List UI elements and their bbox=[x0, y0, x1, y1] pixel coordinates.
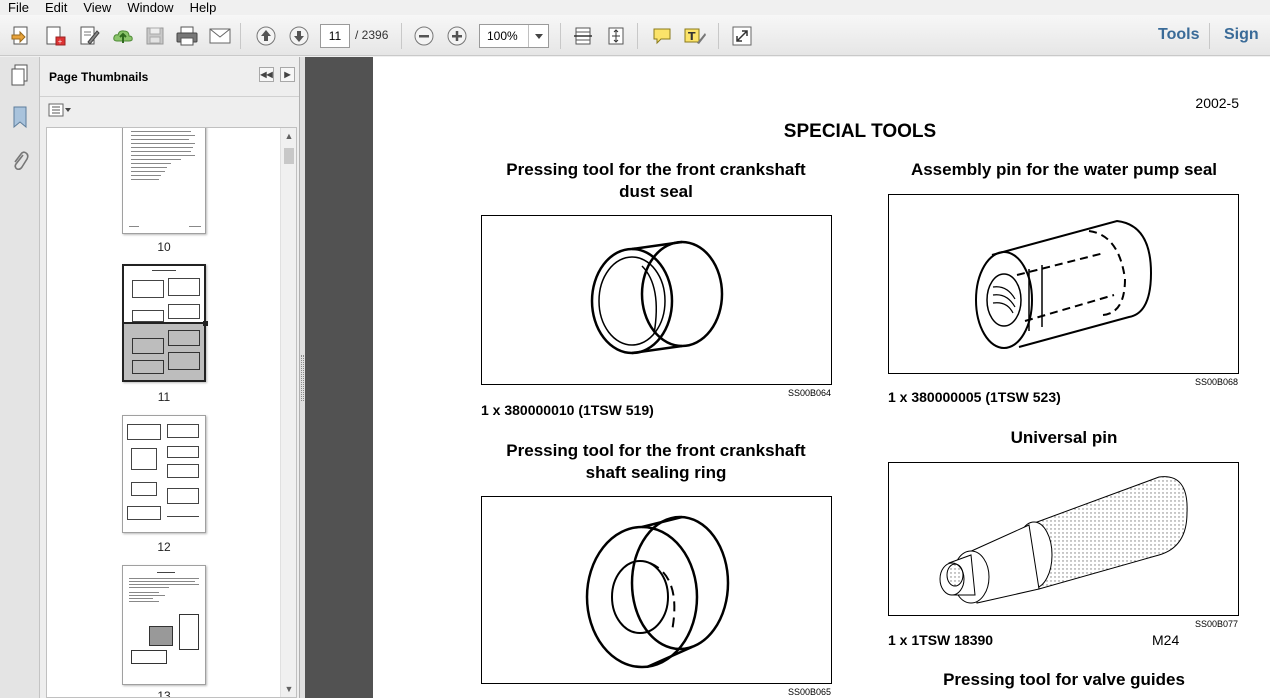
figure-code: SS00B065 bbox=[788, 687, 832, 697]
page-thumbnail[interactable] bbox=[122, 415, 206, 533]
section-heading: Assembly pin for the water pump seal bbox=[910, 160, 1218, 179]
tool-figure bbox=[888, 194, 1239, 374]
attachments-icon[interactable] bbox=[6, 147, 34, 175]
edit-pdf-icon[interactable] bbox=[74, 21, 104, 51]
pdf-page: 2002-5 SPECIAL TOOLS Pressing tool for t… bbox=[373, 57, 1270, 698]
figure-code: SS00B064 bbox=[788, 388, 832, 398]
previous-page-icon[interactable] bbox=[251, 21, 281, 51]
thumbnail-label: 13 bbox=[157, 689, 171, 698]
panel-next-icon[interactable]: ▶ bbox=[280, 67, 295, 82]
toolbar-separator bbox=[1209, 23, 1210, 49]
scroll-thumb[interactable] bbox=[284, 148, 294, 164]
menu-view[interactable]: View bbox=[75, 0, 119, 15]
sign-button[interactable]: Sign bbox=[1224, 26, 1259, 44]
zoom-value: 100% bbox=[487, 29, 518, 43]
section-heading: Pressing tool for the front crankshaft s… bbox=[506, 441, 806, 482]
thumbnail-label: 10 bbox=[157, 240, 171, 254]
tool-figure bbox=[481, 215, 832, 385]
navigation-pane-strip bbox=[0, 57, 40, 698]
thumbnail-label: 12 bbox=[157, 540, 171, 554]
page-thumbnail[interactable] bbox=[122, 565, 206, 685]
tool-figure bbox=[888, 462, 1239, 616]
zoom-out-icon[interactable] bbox=[409, 21, 439, 51]
figure-code: SS00B077 bbox=[1195, 619, 1239, 629]
fit-width-icon[interactable] bbox=[568, 21, 598, 51]
combine-files-icon[interactable]: + bbox=[40, 21, 70, 51]
section-heading: Universal pin bbox=[1010, 428, 1118, 447]
toolbar-separator bbox=[401, 23, 402, 49]
zoom-in-icon[interactable] bbox=[442, 21, 472, 51]
toolbar-separator bbox=[240, 23, 241, 49]
section-heading: Pressing tool for valve guides bbox=[943, 670, 1185, 689]
menu-help[interactable]: Help bbox=[182, 0, 225, 15]
toolbar-separator bbox=[718, 23, 719, 49]
chevron-down-icon[interactable] bbox=[528, 25, 548, 47]
email-icon[interactable] bbox=[205, 21, 235, 51]
page-total: / 2396 bbox=[355, 28, 389, 42]
save-icon[interactable] bbox=[140, 21, 170, 51]
scroll-up-icon[interactable]: ▲ bbox=[281, 128, 296, 144]
menu-bar: File Edit View Window Help bbox=[0, 0, 1270, 15]
panel-title: Page Thumbnails bbox=[49, 69, 149, 84]
thumbnail-label: 11 bbox=[157, 390, 171, 404]
print-icon[interactable] bbox=[172, 21, 202, 51]
page-number-label: 2002-5 bbox=[1195, 95, 1239, 111]
thumbnails-scrollbar[interactable]: ▲ ▼ bbox=[280, 128, 296, 697]
full-screen-icon[interactable] bbox=[727, 21, 757, 51]
toolbar-separator bbox=[637, 23, 638, 49]
menu-window[interactable]: Window bbox=[119, 0, 181, 15]
thumbnails-panel-header: Page Thumbnails ◀◀ ▶ bbox=[40, 57, 299, 97]
bookmarks-icon[interactable] bbox=[6, 103, 34, 131]
part-number: 1 x 1TSW 18390 bbox=[888, 632, 994, 648]
svg-text:T: T bbox=[688, 30, 696, 43]
zoom-select[interactable]: 100% bbox=[479, 24, 549, 48]
part-number: 1 x 380000010 (1TSW 519) bbox=[481, 402, 654, 418]
toolbar-separator bbox=[560, 23, 561, 49]
upload-cloud-icon[interactable] bbox=[108, 21, 138, 51]
thread-size: M24 bbox=[1152, 632, 1180, 648]
fit-page-icon[interactable] bbox=[601, 21, 631, 51]
next-page-icon[interactable] bbox=[284, 21, 314, 51]
part-number: 1 x 380000005 (1TSW 523) bbox=[888, 389, 1061, 405]
thumbnail-options-button[interactable] bbox=[48, 103, 72, 117]
page-thumbnail-selected[interactable] bbox=[122, 264, 208, 382]
scroll-down-icon[interactable]: ▼ bbox=[281, 681, 296, 697]
page-thumbnails-icon[interactable] bbox=[6, 61, 34, 89]
page-title: SPECIAL TOOLS bbox=[783, 121, 937, 142]
menu-file[interactable]: File bbox=[0, 0, 37, 15]
svg-text:+: + bbox=[58, 39, 63, 46]
thumbnails-panel: Page Thumbnails ◀◀ ▶ 10 11 12 13 ▲ ▼ bbox=[40, 57, 300, 698]
tools-button[interactable]: Tools bbox=[1158, 26, 1199, 44]
create-pdf-icon[interactable] bbox=[6, 21, 36, 51]
page-thumbnail[interactable] bbox=[122, 128, 206, 234]
document-view[interactable]: 2002-5 SPECIAL TOOLS Pressing tool for t… bbox=[305, 57, 1270, 698]
highlight-text-icon[interactable]: T bbox=[680, 21, 710, 51]
thumbnails-list[interactable]: 10 11 12 13 ▲ ▼ bbox=[46, 127, 297, 698]
comment-icon[interactable] bbox=[647, 21, 677, 51]
figure-code: SS00B068 bbox=[1195, 377, 1239, 387]
menu-edit[interactable]: Edit bbox=[37, 0, 75, 15]
collapse-panel-icon[interactable]: ◀◀ bbox=[259, 67, 274, 82]
tool-figure bbox=[481, 496, 832, 684]
section-heading: Pressing tool for the front crankshaft d… bbox=[506, 160, 806, 201]
toolbar: + 11 / 2396 100% T Tools Sign bbox=[0, 15, 1270, 56]
page-number-input[interactable]: 11 bbox=[320, 24, 350, 48]
